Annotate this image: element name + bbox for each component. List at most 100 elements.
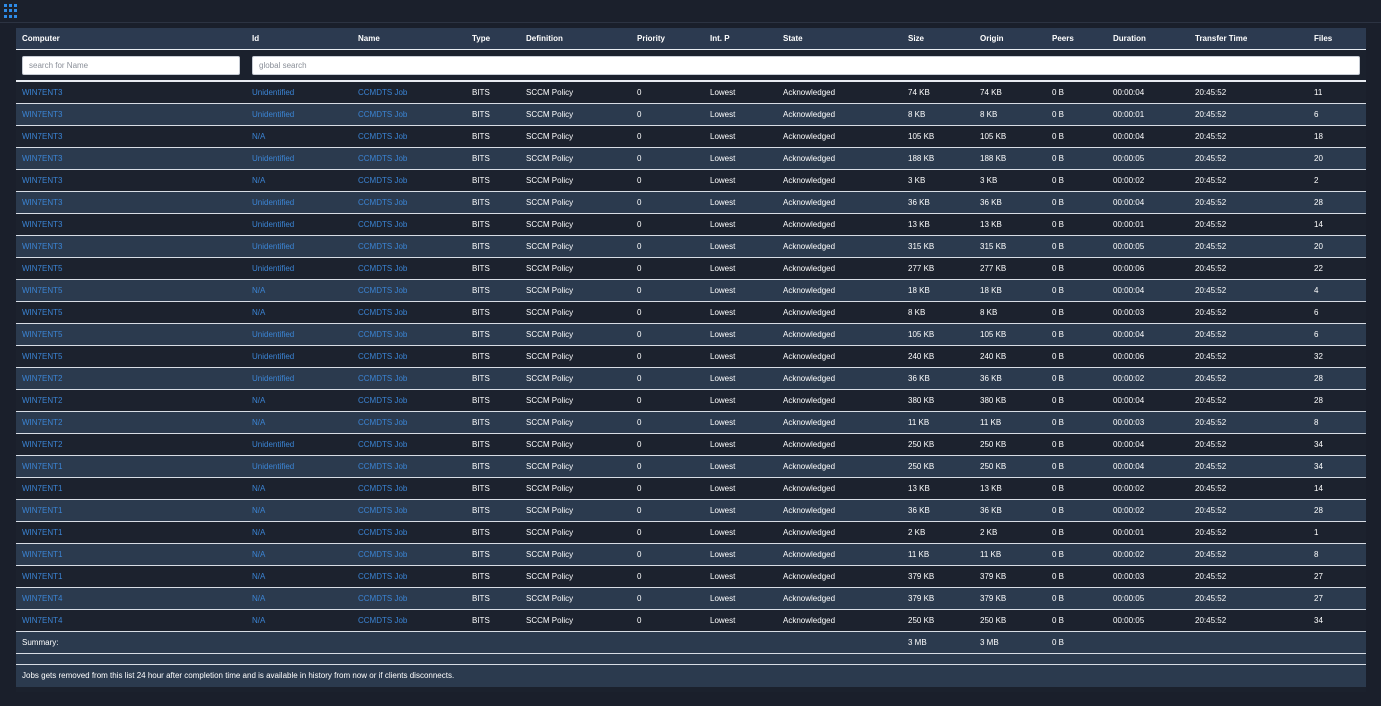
column-header-duration[interactable]: Duration [1107,28,1189,50]
cell-id-link[interactable]: N/A [246,301,352,324]
table-row[interactable]: WIN7ENT1 N/A CCMDTS Job BITS SCCM Policy 0 Low… [16,565,1366,588]
cell-computer-link[interactable]: WIN7ENT1 [16,521,246,544]
cell-computer-link[interactable]: WIN7ENT4 [16,609,246,632]
cell-computer-link[interactable]: WIN7ENT5 [16,301,246,324]
table-row[interactable]: WIN7ENT1 N/A CCMDTS Job BITS SCCM Policy 0 Low… [16,477,1366,500]
cell-name-link[interactable]: CCMDTS Job [352,81,466,104]
table-row[interactable]: WIN7ENT2 N/A CCMDTS Job BITS SCCM Policy 0 Low… [16,411,1366,434]
column-header-type[interactable]: Type [466,28,520,50]
cell-name-link[interactable]: CCMDTS Job [352,191,466,214]
cell-id-link[interactable]: N/A [246,477,352,500]
cell-name-link[interactable]: CCMDTS Job [352,323,466,346]
table-row[interactable]: WIN7ENT1 N/A CCMDTS Job BITS SCCM Policy 0 Low… [16,521,1366,544]
cell-id-link[interactable]: Unidentified [246,103,352,126]
cell-id-link[interactable]: Unidentified [246,345,352,368]
cell-id-link[interactable]: N/A [246,169,352,192]
global-search-input[interactable] [252,55,1360,75]
cell-name-link[interactable]: CCMDTS Job [352,565,466,588]
cell-id-link[interactable]: Unidentified [246,323,352,346]
cell-name-link[interactable]: CCMDTS Job [352,411,466,434]
cell-name-link[interactable]: CCMDTS Job [352,345,466,368]
column-header-computer[interactable]: Computer [16,28,246,50]
cell-name-link[interactable]: CCMDTS Job [352,301,466,324]
cell-id-link[interactable]: N/A [246,543,352,566]
cell-name-link[interactable]: CCMDTS Job [352,235,466,258]
cell-computer-link[interactable]: WIN7ENT3 [16,147,246,170]
column-header-size[interactable]: Size [902,28,974,50]
cell-computer-link[interactable]: WIN7ENT5 [16,279,246,302]
cell-name-link[interactable]: CCMDTS Job [352,543,466,566]
cell-computer-link[interactable]: WIN7ENT3 [16,81,246,104]
cell-name-link[interactable]: CCMDTS Job [352,103,466,126]
cell-id-link[interactable]: Unidentified [246,367,352,390]
cell-computer-link[interactable]: WIN7ENT2 [16,389,246,412]
cell-id-link[interactable]: N/A [246,125,352,148]
cell-computer-link[interactable]: WIN7ENT1 [16,499,246,522]
cell-id-link[interactable]: N/A [246,609,352,632]
cell-id-link[interactable]: Unidentified [246,81,352,104]
cell-computer-link[interactable]: WIN7ENT1 [16,565,246,588]
cell-name-link[interactable]: CCMDTS Job [352,499,466,522]
table-row[interactable]: WIN7ENT3 Unidentified CCMDTS Job BITS SCCM P… [16,103,1366,126]
cell-name-link[interactable]: CCMDTS Job [352,213,466,236]
cell-computer-link[interactable]: WIN7ENT3 [16,235,246,258]
column-header-definition[interactable]: Definition [520,28,631,50]
cell-id-link[interactable]: N/A [246,587,352,610]
cell-id-link[interactable]: Unidentified [246,235,352,258]
column-header-state[interactable]: State [777,28,902,50]
cell-name-link[interactable]: CCMDTS Job [352,125,466,148]
column-header-priority[interactable]: Priority [631,28,704,50]
table-row[interactable]: WIN7ENT4 N/A CCMDTS Job BITS SCCM Policy 0 Low… [16,587,1366,610]
cell-name-link[interactable]: CCMDTS Job [352,367,466,390]
cell-id-link[interactable]: N/A [246,565,352,588]
table-row[interactable]: WIN7ENT2 Unidentified CCMDTS Job BITS SCCM P… [16,433,1366,456]
table-row[interactable]: WIN7ENT5 Unidentified CCMDTS Job BITS SCCM P… [16,345,1366,368]
cell-computer-link[interactable]: WIN7ENT2 [16,411,246,434]
name-search-input[interactable] [22,55,240,75]
cell-name-link[interactable]: CCMDTS Job [352,169,466,192]
cell-computer-link[interactable]: WIN7ENT3 [16,213,246,236]
table-row[interactable]: WIN7ENT1 N/A CCMDTS Job BITS SCCM Policy 0 Low… [16,499,1366,522]
cell-computer-link[interactable]: WIN7ENT2 [16,433,246,456]
cell-name-link[interactable]: CCMDTS Job [352,587,466,610]
table-row[interactable]: WIN7ENT3 N/A CCMDTS Job BITS SCCM Policy 0 Low… [16,169,1366,192]
cell-id-link[interactable]: Unidentified [246,433,352,456]
cell-computer-link[interactable]: WIN7ENT3 [16,125,246,148]
table-row[interactable]: WIN7ENT3 N/A CCMDTS Job BITS SCCM Policy 0 Low… [16,125,1366,148]
cell-computer-link[interactable]: WIN7ENT1 [16,455,246,478]
cell-id-link[interactable]: N/A [246,499,352,522]
cell-id-link[interactable]: Unidentified [246,455,352,478]
cell-name-link[interactable]: CCMDTS Job [352,609,466,632]
cell-name-link[interactable]: CCMDTS Job [352,455,466,478]
column-header-peers[interactable]: Peers [1046,28,1107,50]
cell-computer-link[interactable]: WIN7ENT1 [16,477,246,500]
table-row[interactable]: WIN7ENT3 Unidentified CCMDTS Job BITS SCCM P… [16,213,1366,236]
cell-id-link[interactable]: Unidentified [246,257,352,280]
apps-grid-icon[interactable] [4,4,18,18]
table-row[interactable]: WIN7ENT2 N/A CCMDTS Job BITS SCCM Policy 0 Low… [16,389,1366,412]
table-row[interactable]: WIN7ENT1 N/A CCMDTS Job BITS SCCM Policy 0 Low… [16,543,1366,566]
table-row[interactable]: WIN7ENT3 Unidentified CCMDTS Job BITS SCCM P… [16,191,1366,214]
table-row[interactable]: WIN7ENT3 Unidentified CCMDTS Job BITS SCCM P… [16,235,1366,258]
cell-name-link[interactable]: CCMDTS Job [352,389,466,412]
cell-name-link[interactable]: CCMDTS Job [352,279,466,302]
cell-computer-link[interactable]: WIN7ENT5 [16,345,246,368]
column-header-origin[interactable]: Origin [974,28,1046,50]
column-header-name[interactable]: Name [352,28,466,50]
table-row[interactable]: WIN7ENT3 Unidentified CCMDTS Job BITS SCCM P… [16,81,1366,104]
cell-id-link[interactable]: N/A [246,521,352,544]
column-header-int-p[interactable]: Int. P [704,28,777,50]
cell-name-link[interactable]: CCMDTS Job [352,257,466,280]
column-header-id[interactable]: Id [246,28,352,50]
table-row[interactable]: WIN7ENT5 N/A CCMDTS Job BITS SCCM Policy 0 Low… [16,301,1366,324]
cell-computer-link[interactable]: WIN7ENT1 [16,543,246,566]
cell-computer-link[interactable]: WIN7ENT5 [16,323,246,346]
column-header-files[interactable]: Files [1308,28,1366,50]
table-row[interactable]: WIN7ENT3 Unidentified CCMDTS Job BITS SCCM P… [16,147,1366,170]
cell-id-link[interactable]: N/A [246,279,352,302]
cell-id-link[interactable]: Unidentified [246,191,352,214]
table-row[interactable]: WIN7ENT5 N/A CCMDTS Job BITS SCCM Policy 0 Low… [16,279,1366,302]
cell-name-link[interactable]: CCMDTS Job [352,147,466,170]
cell-computer-link[interactable]: WIN7ENT4 [16,587,246,610]
cell-id-link[interactable]: N/A [246,411,352,434]
